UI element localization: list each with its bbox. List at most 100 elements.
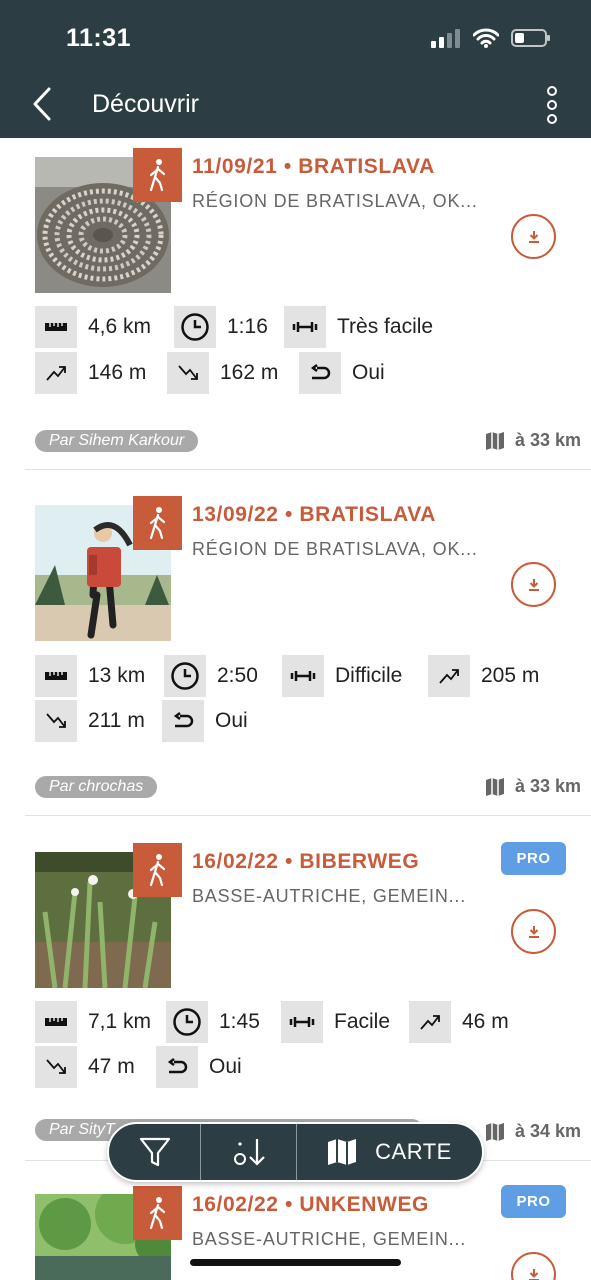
map-button-label: CARTE (375, 1139, 452, 1164)
walking-person-icon (149, 1197, 165, 1230)
distance-value: à 34 km (514, 1121, 581, 1141)
stat-duration: 2:50 (164, 655, 258, 697)
stat-value: 1:45 (219, 1010, 260, 1033)
stat-value: Très facile (337, 315, 434, 338)
distance-label: à 33 km (485, 430, 581, 451)
distance-label: à 33 km (485, 776, 581, 797)
distance-label: à 34 km (485, 1121, 581, 1142)
ascent-icon (35, 352, 77, 394)
stat-descent: 47 m (35, 1046, 135, 1088)
stat-value: 13 km (88, 664, 146, 687)
stat-value: 1:16 (227, 315, 268, 338)
download-icon (528, 1268, 539, 1280)
download-button[interactable] (511, 214, 556, 259)
stat-value: 7,1 km (88, 1010, 152, 1033)
sort-button[interactable] (201, 1124, 297, 1180)
stat-distance: 13 km (35, 655, 145, 697)
status-time: 11:31 (66, 24, 132, 52)
divider (25, 815, 591, 816)
download-icon (528, 578, 539, 591)
clock-icon (174, 306, 216, 348)
stat-value: 211 m (88, 709, 145, 732)
walking-person-icon (149, 854, 165, 887)
loop-icon (299, 352, 341, 394)
stat-descent: 162 m (167, 352, 278, 394)
descent-icon (35, 700, 77, 742)
wifi-icon (473, 28, 499, 48)
download-button[interactable] (511, 909, 556, 954)
trek-title[interactable]: 16/02/22 • UNKENWEG (192, 1193, 429, 1217)
divider (25, 469, 591, 470)
stat-value: Oui (209, 1055, 242, 1078)
author-pill: Par Sihem Karkour (35, 430, 199, 452)
stat-loop: Oui (156, 1046, 242, 1088)
walking-person-icon (149, 159, 165, 192)
download-button[interactable] (511, 562, 556, 607)
trek-region: BASSE-AUTRICHE, GEMEIN... (192, 1229, 467, 1249)
hiking-badge (133, 496, 182, 550)
download-icon (528, 230, 539, 243)
more-options-icon[interactable] (545, 86, 559, 124)
filter-button[interactable] (109, 1124, 201, 1180)
back-chevron-icon[interactable] (30, 86, 54, 122)
stat-loop: Oui (299, 352, 385, 394)
download-icon (528, 925, 539, 938)
loop-icon (156, 1046, 198, 1088)
author-pill: Par chrochas (35, 776, 158, 798)
stat-value: Difficile (335, 664, 403, 687)
stat-descent: 211 m (35, 700, 145, 742)
dumbbell-icon (281, 1001, 323, 1043)
dumbbell-icon (284, 306, 326, 348)
map-icon (485, 431, 504, 450)
stat-ascent: 205 m (428, 655, 539, 697)
walking-person-icon (149, 507, 165, 540)
stat-difficulty: Facile (281, 1001, 390, 1043)
trek-region: RÉGION DE BRATISLAVA, OK... (192, 539, 478, 559)
distance-value: à 33 km (514, 430, 581, 450)
page-title: Découvrir (92, 90, 199, 118)
stat-difficulty: Difficile (282, 655, 402, 697)
stat-value: Oui (352, 361, 385, 384)
bottom-action-bar: CARTE (107, 1122, 484, 1182)
stat-value: 4,6 km (88, 315, 152, 338)
stat-value: 162 m (220, 361, 279, 384)
home-indicator (190, 1259, 401, 1266)
stat-ascent: 146 m (35, 352, 146, 394)
ruler-icon (35, 655, 77, 697)
distance-value: à 33 km (514, 776, 581, 796)
stat-distance: 4,6 km (35, 306, 151, 348)
app-header: 11:31 Découvrir (0, 0, 591, 138)
map-icon (328, 1139, 357, 1165)
stat-loop: Oui (162, 700, 248, 742)
loop-icon (162, 700, 204, 742)
stat-distance: 7,1 km (35, 1001, 151, 1043)
hiking-badge (133, 148, 182, 202)
dumbbell-icon (282, 655, 324, 697)
pro-badge: PRO (501, 842, 566, 875)
hiking-badge (133, 1186, 182, 1240)
trek-card[interactable]: 11/09/21 • BRATISLAVA RÉGION DE BRATISLA… (0, 138, 591, 470)
trek-title[interactable]: 11/09/21 • BRATISLAVA (192, 155, 435, 179)
map-icon (485, 1122, 504, 1141)
stat-ascent: 46 m (409, 1001, 509, 1043)
trek-card[interactable]: 13/09/22 • BRATISLAVA RÉGION DE BRATISLA… (0, 484, 591, 816)
stat-value: 205 m (481, 664, 540, 687)
hiking-badge (133, 843, 182, 897)
trek-title[interactable]: 16/02/22 • BIBERWEG (192, 850, 419, 874)
stat-value: 146 m (88, 361, 147, 384)
sort-icon (233, 1139, 265, 1166)
battery-icon (511, 29, 550, 47)
map-button[interactable]: CARTE (297, 1124, 482, 1180)
download-button[interactable] (511, 1252, 556, 1280)
stat-duration: 1:16 (174, 306, 268, 348)
stat-duration: 1:45 (166, 1001, 260, 1043)
status-icons (431, 28, 551, 48)
stat-value: 47 m (88, 1055, 135, 1078)
stat-value: Oui (215, 709, 248, 732)
stat-value: Facile (334, 1010, 391, 1033)
clock-icon (166, 1001, 208, 1043)
ascent-icon (409, 1001, 451, 1043)
trek-title[interactable]: 13/09/22 • BRATISLAVA (192, 503, 436, 527)
descent-icon (35, 1046, 77, 1088)
clock-icon (164, 655, 206, 697)
